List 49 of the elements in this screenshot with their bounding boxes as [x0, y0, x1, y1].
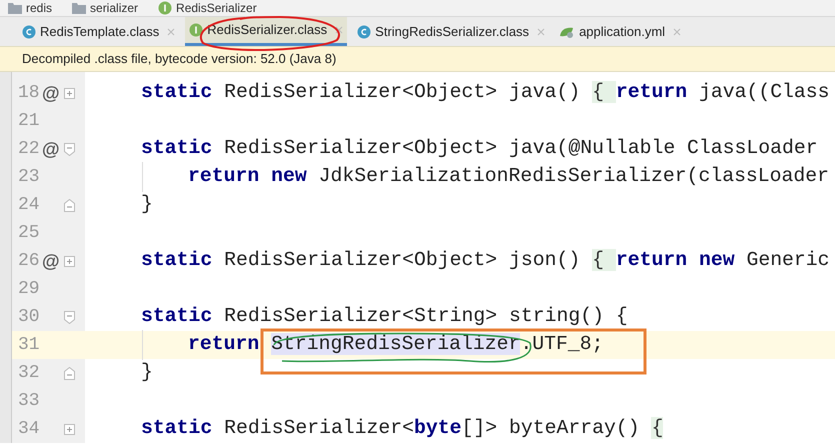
fold-plus-icon[interactable]: [64, 256, 75, 266]
editor-tab[interactable]: StringRedisSerializer.class: [353, 17, 550, 46]
class-icon: [357, 24, 372, 38]
line-number: 33: [17, 390, 41, 412]
line-number: 34: [17, 418, 41, 440]
breadcrumb-item[interactable]: RedisSerializer: [176, 0, 257, 16]
folder-icon: [8, 2, 22, 14]
override-marker: @: [42, 82, 60, 104]
code-line: static RedisSerializer<Object> json() { return new Generic: [141, 248, 830, 274]
breadcrumb-item[interactable]: redis: [26, 0, 52, 16]
banner-text: Decompiled .class file, bytecode version: 52.0 (Java 8): [22, 50, 336, 68]
line-number: 23: [17, 166, 41, 188]
code-line: return new JdkSerializationRedisSerializer(classLoader: [142, 162, 830, 192]
code-line: static RedisSerializer<byte[]> byteArray() {: [141, 416, 664, 442]
code-line: static RedisSerializer<Object> java(@Nullable ClassLoader: [141, 136, 818, 162]
line-number: 32: [17, 362, 41, 384]
line-number: 26: [17, 250, 41, 272]
line-number: 25: [17, 222, 41, 244]
fold-minus-icon[interactable]: [64, 366, 75, 380]
close-icon[interactable]: [167, 28, 176, 36]
interface-icon: [189, 23, 204, 37]
line-number: 30: [17, 306, 41, 328]
class-icon: [22, 24, 36, 38]
fold-plus-icon[interactable]: [64, 88, 75, 98]
line-number: 21: [17, 110, 41, 132]
close-icon[interactable]: [537, 28, 546, 36]
breadcrumb-item[interactable]: serializer: [90, 0, 138, 16]
editor-tab[interactable]: RedisSerializer.class: [185, 17, 348, 46]
code-line: static RedisSerializer<Object> java() { return java((Class: [141, 80, 830, 106]
code-line: static RedisSerializer<String> string() {: [141, 304, 628, 330]
fold-minus-icon[interactable]: [64, 198, 75, 212]
line-number: 31: [17, 334, 41, 356]
line-number: 24: [17, 194, 41, 216]
close-icon[interactable]: [335, 26, 344, 34]
override-marker: @: [42, 138, 60, 160]
line-number: 18: [17, 82, 41, 104]
line-number: 29: [17, 278, 41, 300]
fold-minus-icon[interactable]: [64, 142, 75, 156]
code-line: }: [141, 192, 153, 218]
fold-minus-icon[interactable]: [64, 310, 75, 324]
line-number: 22: [17, 138, 41, 160]
editor-tab[interactable]: application.yml: [555, 17, 686, 46]
folder-icon: [72, 2, 86, 14]
close-icon[interactable]: [673, 28, 682, 36]
override-marker: @: [42, 250, 60, 272]
code-line: }: [141, 360, 153, 386]
interface-icon: [158, 1, 172, 15]
fold-plus-icon[interactable]: [64, 424, 75, 434]
editor-tab[interactable]: RedisTemplate.class: [18, 17, 180, 46]
